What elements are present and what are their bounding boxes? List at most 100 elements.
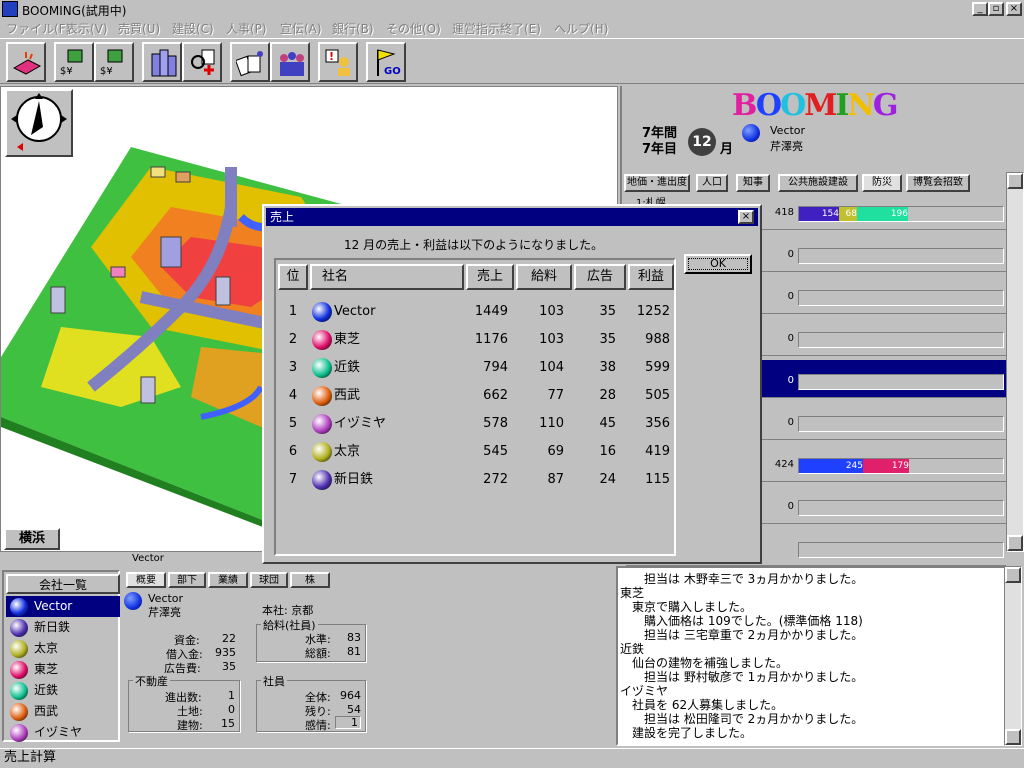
company-list-item[interactable]: 太京 [6, 638, 120, 659]
close-window-button[interactable]: × [1006, 2, 1022, 16]
company-ball-icon [312, 302, 332, 322]
tab-team[interactable]: 球団 [250, 572, 288, 588]
svg-text:$¥: $¥ [60, 66, 73, 77]
menu-other[interactable]: その他(O) [386, 20, 441, 37]
tab-land-price[interactable]: 地価・進出度 [624, 174, 690, 192]
detail-hq: 本社: 京都 [262, 604, 314, 617]
staff-icon [280, 52, 304, 76]
stat-total: 0 [787, 291, 794, 302]
row-profit: 356 [645, 416, 670, 431]
row-profit: 988 [645, 332, 670, 347]
menu-help[interactable]: ヘルプ(H) [554, 20, 608, 37]
toolbar-building-button[interactable] [142, 42, 182, 82]
toolbar-alert-button[interactable]: ! [318, 42, 358, 82]
company-list-item[interactable]: 新日鉄 [6, 617, 120, 638]
menu-view[interactable]: 表示(V) [66, 20, 108, 37]
company-list-item[interactable]: 東芝 [6, 659, 120, 680]
company-list-label: 西武 [34, 704, 59, 718]
toolbar-go-button[interactable]: GO [366, 42, 406, 82]
tab-overview[interactable]: 概要 [126, 572, 166, 588]
ok-button[interactable]: OK [684, 254, 752, 274]
debt-value: 935 [215, 646, 236, 659]
stat-total: 0 [787, 333, 794, 344]
company-list: 会社一覧 Vector 新日鉄 太京 東芝 近鉄西武イヅミヤ [2, 570, 120, 742]
header-sales: 売上 [466, 264, 514, 290]
tab-governor[interactable]: 知事 [736, 174, 770, 192]
row-rank: 7 [288, 472, 298, 487]
tab-population[interactable]: 人口 [696, 174, 728, 192]
menu-advertise[interactable]: 宣伝(A) [280, 20, 322, 37]
company-list-item[interactable]: イヅミヤ [6, 722, 120, 743]
stat-total: 0 [787, 501, 794, 512]
row-rank: 1 [288, 304, 298, 319]
minimize-button[interactable]: _ [972, 2, 988, 16]
tab-public-facility[interactable]: 公共施設建設 [778, 174, 858, 192]
row-salary: 103 [539, 332, 564, 347]
log-line: 建設を完了しました。 [632, 726, 753, 740]
toolbar-land-button[interactable] [6, 42, 46, 82]
row-profit: 599 [645, 360, 670, 375]
company-list-item[interactable]: 近鉄 [6, 680, 120, 701]
log-scroll-down-button[interactable] [1005, 729, 1021, 745]
status-bar: 売上計算 [0, 748, 1024, 768]
row-ad: 35 [599, 332, 616, 347]
capital-value: 22 [222, 632, 236, 645]
tab-stock[interactable]: 株 [290, 572, 330, 588]
row-salary: 77 [547, 388, 564, 403]
row-salary: 69 [547, 444, 564, 459]
tab-subordinates[interactable]: 部下 [168, 572, 206, 588]
menu-build[interactable]: 建設(C) [172, 20, 214, 37]
company-ball-icon [10, 619, 28, 637]
company-ball-icon [10, 661, 28, 679]
menu-file[interactable]: ファイル(F) [6, 20, 70, 37]
stat-bar [798, 374, 1004, 390]
panel-scrollbar[interactable] [1006, 172, 1024, 552]
window-title: BOOMING(試用中) [22, 4, 127, 18]
row-ad: 45 [599, 416, 616, 431]
tab-disaster[interactable]: 防災 [862, 174, 902, 192]
land-value: 0 [228, 703, 235, 716]
toolbar-staff-button[interactable] [270, 42, 310, 82]
compass-control[interactable] [5, 89, 73, 157]
tab-performance[interactable]: 業績 [208, 572, 248, 588]
stat-bar: 245 179 [798, 458, 1004, 474]
log-scroll-up-button[interactable] [1005, 567, 1021, 583]
salary-total-value: 81 [347, 645, 361, 658]
toolbar-buy-button[interactable]: $¥ [54, 42, 94, 82]
company-ball-icon [10, 598, 28, 616]
tab-expo[interactable]: 博覧会招致 [906, 174, 970, 192]
log-scrollbar[interactable] [1004, 566, 1022, 746]
row-profit: 505 [645, 388, 670, 403]
menu-trade[interactable]: 売買(U) [118, 20, 160, 37]
menu-bank[interactable]: 銀行(B) [332, 20, 374, 37]
log-line: 担当は 野村敏彦で 1ヵ月かかりました。 [644, 670, 864, 684]
toolbar-advertise-button[interactable] [230, 42, 270, 82]
row-sales: 1449 [474, 304, 508, 319]
stat-total: 0 [787, 249, 794, 260]
scroll-down-button[interactable] [1007, 535, 1023, 551]
row-company-name: 西武 [334, 388, 361, 403]
date-box: 7年間 7年目 12 月 Vector 芹澤亮 [626, 120, 1024, 160]
stat-bar [798, 416, 1004, 432]
menu-personnel[interactable]: 人事(P) [226, 20, 267, 37]
row-rank: 6 [288, 444, 298, 459]
row-salary: 87 [547, 472, 564, 487]
row-ad: 38 [599, 360, 616, 375]
company-list-item[interactable]: Vector [6, 596, 120, 617]
feel-value: 1 [335, 716, 361, 729]
header-rank: 位 [278, 264, 308, 290]
toolbar-hire-button[interactable] [182, 42, 222, 82]
svg-text:GO: GO [384, 66, 401, 77]
maximize-button[interactable]: ▫ [988, 2, 1004, 16]
company-ball-icon [312, 470, 332, 490]
scroll-up-button[interactable] [1007, 173, 1023, 189]
company-list-title: 会社一覧 [6, 574, 120, 594]
dialog-close-button[interactable]: × [738, 210, 754, 224]
ad-value: 35 [222, 660, 236, 673]
company-ball-icon [312, 358, 332, 378]
company-list-label: Vector [34, 599, 73, 613]
company-list-item[interactable]: 西武 [6, 701, 120, 722]
row-sales: 1176 [474, 332, 508, 347]
menu-end-turn[interactable]: 運営指示終了(E) [452, 20, 541, 37]
toolbar-sell-button[interactable]: $¥ [94, 42, 134, 82]
